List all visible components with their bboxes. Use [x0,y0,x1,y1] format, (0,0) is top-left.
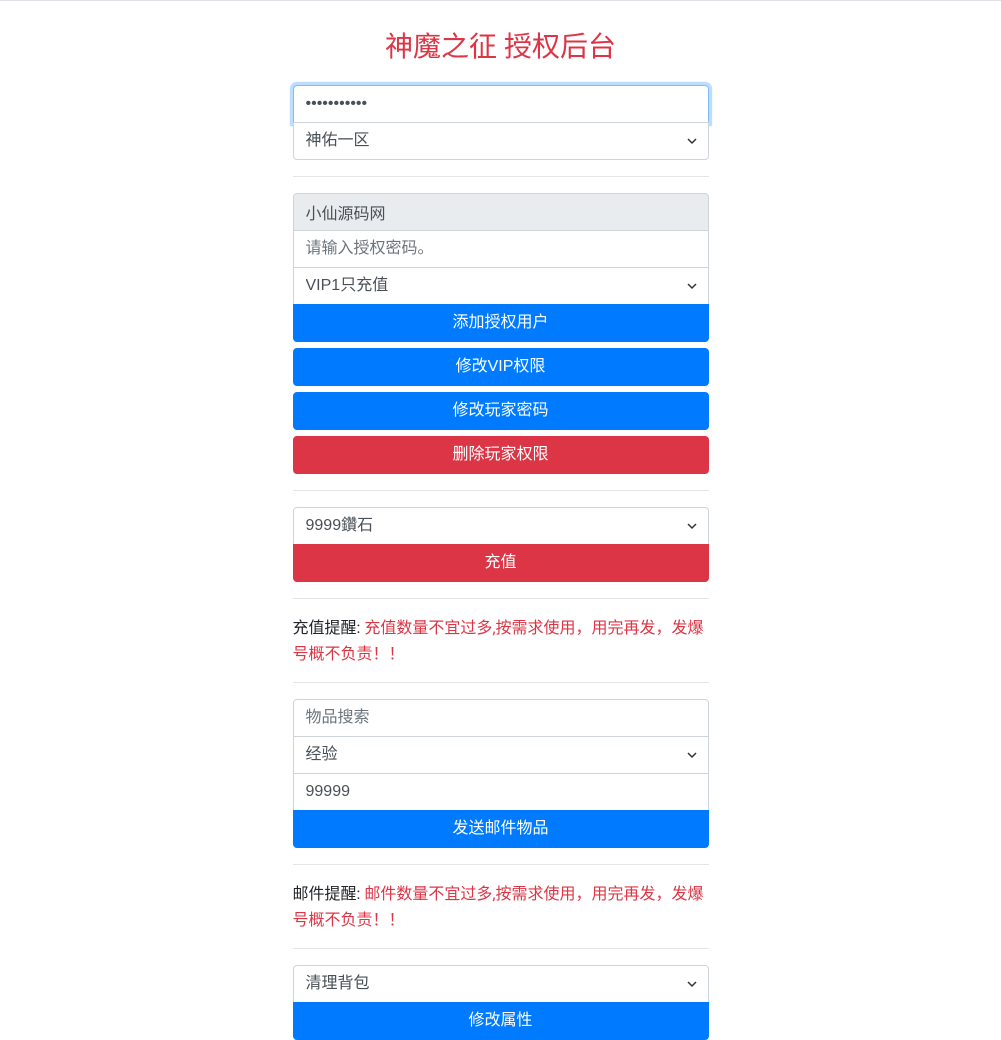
mail-reminder-label: 邮件提醒: [293,884,365,903]
modify-attribute-button[interactable]: 修改属性 [293,1002,709,1040]
item-select[interactable]: 经验 [293,736,709,774]
recharge-amount-select[interactable]: 9999鑽石 [293,507,709,545]
vip-level-select[interactable]: VIP1只充值 [293,267,709,305]
server-select[interactable]: 神佑一区 [293,122,709,160]
send-mail-item-button[interactable]: 发送邮件物品 [293,810,709,848]
recharge-reminder-label: 充值提醒: [293,618,365,637]
item-search-input[interactable] [293,699,709,737]
admin-password-input[interactable] [293,85,709,123]
page-title: 神魔之征 授权后台 [293,25,709,65]
item-quantity-input[interactable] [293,773,709,811]
delete-player-permission-button[interactable]: 删除玩家权限 [293,436,709,474]
recharge-button[interactable]: 充值 [293,544,709,582]
modify-player-password-button[interactable]: 修改玩家密码 [293,392,709,430]
mail-reminder: 邮件提醒: 邮件数量不宜过多,按需求使用，用完再发，发爆号概不负责！！ [293,881,709,932]
modify-vip-button[interactable]: 修改VIP权限 [293,348,709,386]
auth-password-input[interactable] [293,230,709,268]
action-select[interactable]: 清理背包 [293,965,709,1003]
add-auth-user-button[interactable]: 添加授权用户 [293,304,709,342]
recharge-reminder: 充值提醒: 充值数量不宜过多,按需求使用，用完再发，发爆号概不负责！！ [293,615,709,666]
username-readonly [293,193,709,231]
